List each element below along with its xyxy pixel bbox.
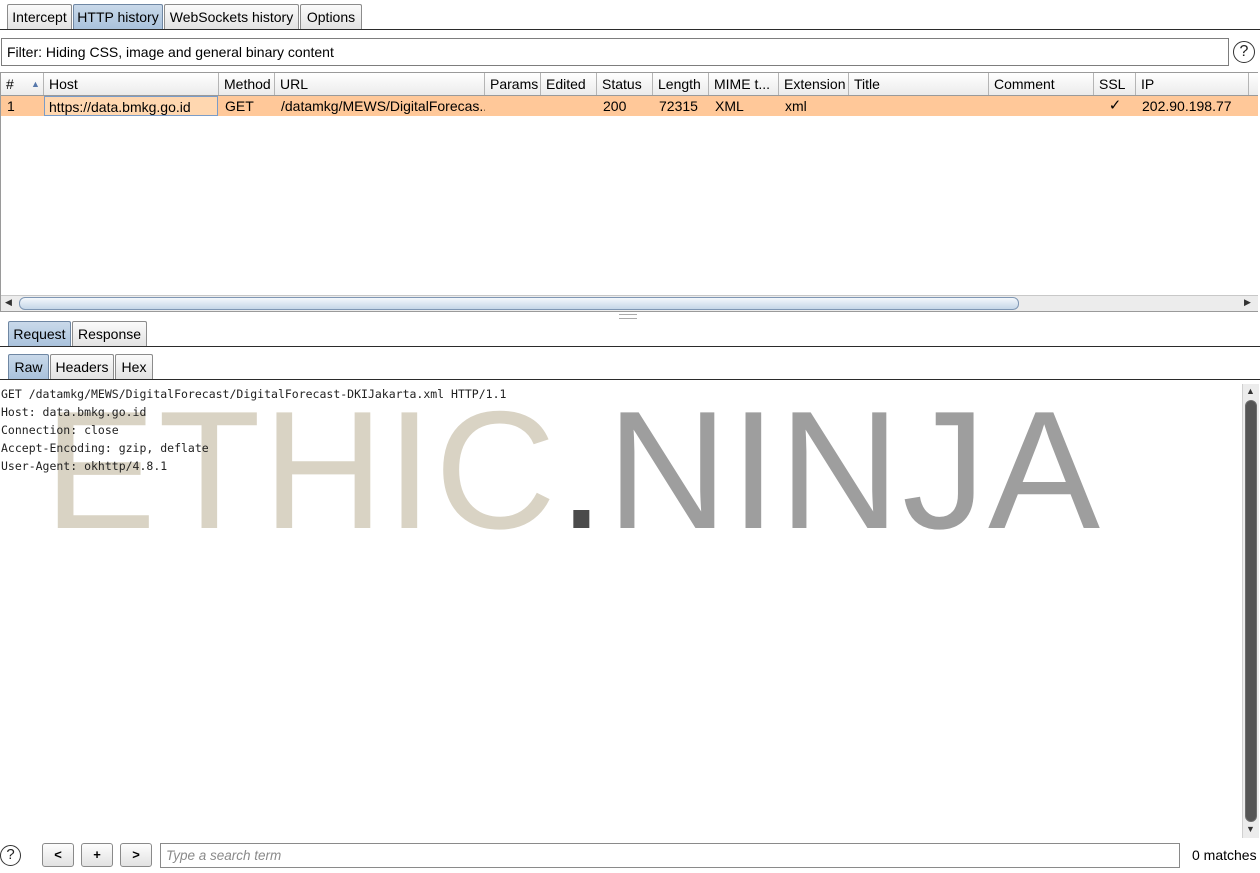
view-tab-strip: Raw Headers Hex [0,354,1260,382]
cell-edited [541,96,597,116]
tab-websockets-history[interactable]: WebSockets history [164,4,299,29]
vertical-scrollbar[interactable]: ▲ ▼ [1242,384,1259,838]
column-header-number[interactable]: # ▲ [1,73,44,95]
filter-bar[interactable]: Filter: Hiding CSS, image and general bi… [1,38,1229,66]
http-history-table: # ▲ Host Method URL Params Edited Status… [0,72,1258,312]
tab-request[interactable]: Request [8,321,71,346]
raw-request-text[interactable]: GET /datamkg/MEWS/DigitalForecast/Digita… [1,385,506,475]
cell-params [485,96,541,116]
search-input[interactable] [160,843,1180,868]
column-header-title[interactable]: Title [849,73,989,95]
column-header-mime-type[interactable]: MIME t... [709,73,779,95]
column-header-params[interactable]: Params [485,73,541,95]
cell-length: 72315 [659,98,698,114]
column-header-method[interactable]: Method [219,73,275,95]
tab-http-history[interactable]: HTTP history [73,4,163,29]
cell-host[interactable]: https://data.bmkg.go.id [44,96,218,116]
cell-url: /datamkg/MEWS/DigitalForecas... [281,98,485,114]
tab-strip-line [0,29,1260,30]
vertical-scroll-thumb[interactable] [1245,400,1257,822]
tab-strip-line [0,346,1260,347]
filter-help-icon[interactable]: ? [1233,41,1255,63]
cell-number: 1 [7,98,15,114]
column-label: # [6,76,14,92]
column-header-status[interactable]: Status [597,73,653,95]
tab-raw[interactable]: Raw [8,354,49,379]
tab-options[interactable]: Options [300,4,362,29]
tab-response[interactable]: Response [72,321,147,346]
tab-strip-line [0,379,1260,380]
scroll-left-arrow-icon[interactable]: ◀ [5,297,12,308]
previous-match-button[interactable]: < [42,843,74,867]
cell-extension: xml [785,98,807,114]
sort-ascending-icon: ▲ [31,79,40,89]
column-header-ip[interactable]: IP [1136,73,1249,95]
ssl-check-icon: ✓ [1108,97,1122,114]
message-tab-strip: Request Response [0,321,1260,349]
next-match-button[interactable]: > [120,843,152,867]
tab-intercept[interactable]: Intercept [7,4,72,29]
tab-headers[interactable]: Headers [50,354,114,379]
add-search-button[interactable]: + [81,843,113,867]
cell-method: GET [225,98,254,114]
horizontal-scrollbar[interactable]: ◀ ▶ [1,295,1258,311]
scroll-right-arrow-icon[interactable]: ▶ [1244,297,1251,308]
horizontal-scroll-thumb[interactable] [19,297,1019,310]
column-header-extension[interactable]: Extension [779,73,849,95]
column-header-ssl[interactable]: SSL [1094,73,1136,95]
cell-mime-type: XML [715,98,744,114]
raw-request-editor[interactable]: ETHIC.NINJA GET /datamkg/MEWS/DigitalFor… [0,384,1242,838]
cell-comment [989,96,1094,116]
table-row[interactable]: 1 https://data.bmkg.go.id GET /datamkg/M… [1,96,1258,116]
column-header-edited[interactable]: Edited [541,73,597,95]
tab-hex[interactable]: Hex [115,354,153,379]
column-header-length[interactable]: Length [653,73,709,95]
cell-title [849,96,989,116]
pane-splitter-handle[interactable] [619,314,637,319]
column-header-comment[interactable]: Comment [989,73,1094,95]
watermark-part-2: NINJA [606,384,1103,564]
column-header-host[interactable]: Host [44,73,219,95]
table-header: # ▲ Host Method URL Params Edited Status… [1,73,1258,96]
scroll-down-arrow-icon[interactable]: ▼ [1246,824,1255,834]
cell-status: 200 [603,98,627,114]
match-count: 0 matches [1192,847,1257,863]
cell-ip: 202.90.198.77 [1142,98,1232,114]
column-header-url[interactable]: URL [275,73,485,95]
main-tab-strip: Intercept HTTP history WebSockets histor… [0,4,1260,32]
search-help-icon[interactable]: ? [0,845,21,866]
watermark-dot: . [558,384,607,564]
scroll-up-arrow-icon[interactable]: ▲ [1246,386,1255,396]
